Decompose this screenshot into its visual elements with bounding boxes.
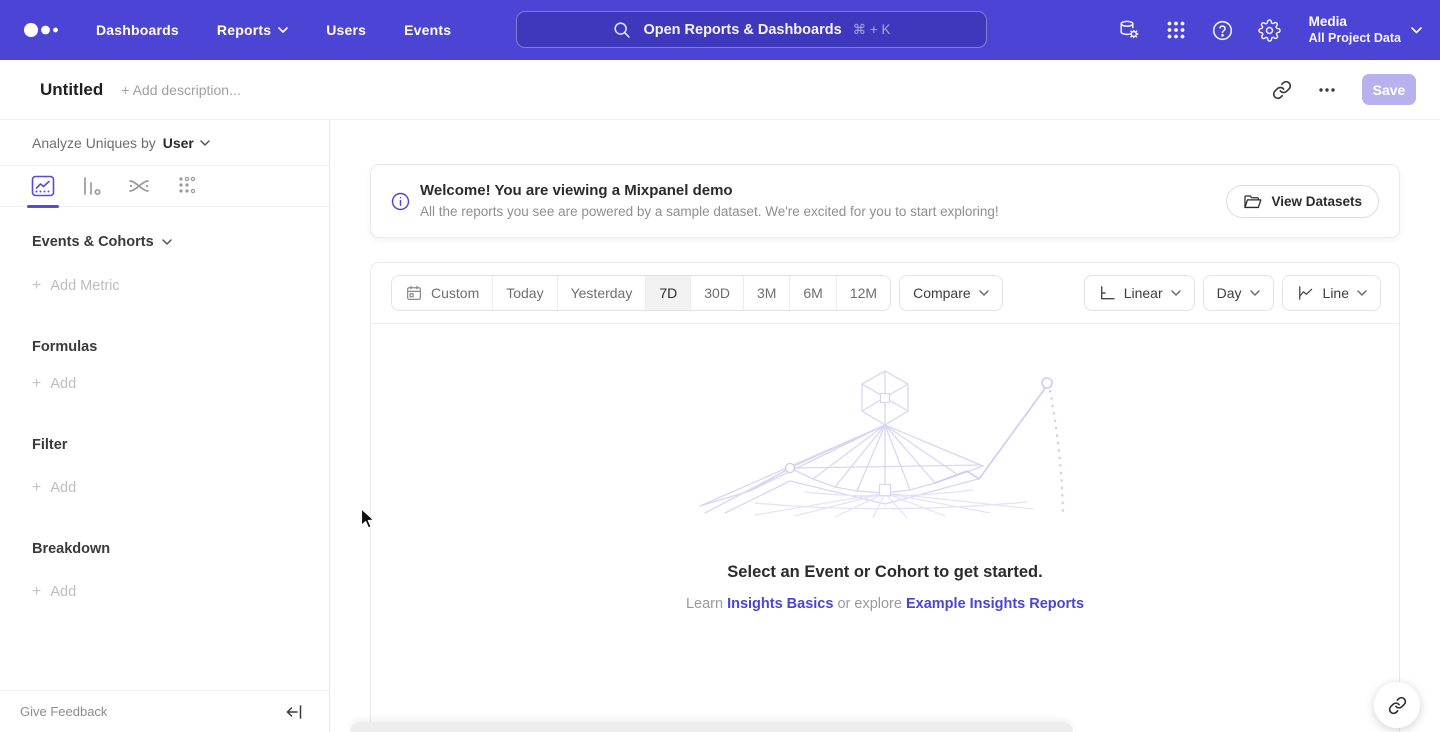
empty-state-title: Select an Event or Cohort to get started… [371, 563, 1399, 582]
nav-events[interactable]: Events [404, 22, 451, 38]
interval-dropdown[interactable]: Day [1203, 275, 1274, 311]
apps-grid-icon[interactable] [1165, 19, 1187, 41]
collapse-sidebar-icon[interactable] [286, 704, 303, 720]
linear-axis-icon [1098, 284, 1116, 302]
formulas-header: Formulas [32, 339, 329, 355]
search-icon [612, 20, 632, 40]
project-scope: All Project Data [1309, 31, 1401, 47]
view-datasets-button[interactable]: View Datasets [1226, 185, 1379, 218]
more-options-icon[interactable] [1318, 87, 1336, 93]
copy-link-icon[interactable] [1272, 80, 1292, 100]
report-card: Custom Today Yesterday 7D 30D 3M 6M 12M … [370, 262, 1400, 732]
project-name: Media [1309, 14, 1401, 31]
demo-welcome-banner: Welcome! You are viewing a Mixpanel demo… [370, 164, 1400, 238]
date-range-12m[interactable]: 12M [837, 276, 890, 310]
banner-subtitle: All the reports you see are powered by a… [420, 202, 999, 222]
report-canvas: Welcome! You are viewing a Mixpanel demo… [330, 120, 1440, 732]
add-metric-button[interactable]: +Add Metric [32, 277, 329, 295]
gear-icon[interactable] [1258, 19, 1281, 42]
nav-users[interactable]: Users [326, 22, 366, 38]
query-builder-sidebar: Analyze Uniques by User [0, 120, 330, 732]
search-shortcut: ⌘ + K [853, 22, 891, 38]
date-range-3m[interactable]: 3M [744, 276, 790, 310]
date-range-7d[interactable]: 7D [646, 276, 691, 310]
mixpanel-logo[interactable] [22, 20, 62, 40]
analyze-label: Analyze Uniques by [32, 135, 156, 151]
date-range-6m[interactable]: 6M [790, 276, 836, 310]
banner-title: Welcome! You are viewing a Mixpanel demo [420, 180, 999, 202]
chart-empty-state: Select an Event or Cohort to get started… [371, 363, 1399, 612]
scale-dropdown[interactable]: Linear [1084, 275, 1195, 311]
add-description[interactable]: + Add description... [121, 82, 240, 98]
empty-state-subtitle: Learn Insights Basics or explore Example… [371, 596, 1399, 612]
empty-state-illustration [695, 363, 1075, 518]
add-formula-button[interactable]: +Add [32, 375, 329, 393]
events-cohorts-header[interactable]: Events & Cohorts [32, 234, 329, 250]
add-filter-button[interactable]: +Add [32, 479, 329, 497]
chevron-down-icon [1411, 27, 1422, 34]
tab-line-chart[interactable] [30, 166, 56, 207]
nav-reports[interactable]: Reports [217, 22, 288, 38]
line-chart-icon [1296, 284, 1315, 302]
chart-controls-row: Custom Today Yesterday 7D 30D 3M 6M 12M … [371, 263, 1399, 324]
date-range-segmented-control: Custom Today Yesterday 7D 30D 3M 6M 12M [391, 275, 891, 311]
breakdown-header: Breakdown [32, 541, 329, 557]
share-link-fab[interactable] [1374, 682, 1420, 728]
search-placeholder: Open Reports & Dashboards [643, 22, 841, 38]
chart-type-tabs [0, 166, 329, 207]
date-range-30d[interactable]: 30D [691, 276, 744, 310]
compare-dropdown[interactable]: Compare [899, 275, 1003, 311]
nav-dashboards[interactable]: Dashboards [96, 22, 179, 38]
example-insights-reports-link[interactable]: Example Insights Reports [906, 596, 1084, 612]
date-range-yesterday[interactable]: Yesterday [558, 276, 647, 310]
tab-metric[interactable] [174, 166, 200, 207]
nav-right-cluster: Media All Project Data [1117, 0, 1422, 60]
calendar-icon [405, 284, 423, 302]
chevron-down-icon [278, 27, 288, 33]
project-selector[interactable]: Media All Project Data [1309, 14, 1422, 47]
chart-type-dropdown[interactable]: Line [1282, 275, 1381, 311]
analyze-by-dropdown[interactable]: User [163, 135, 210, 151]
tab-flow-chart[interactable] [126, 166, 152, 207]
add-breakdown-button[interactable]: +Add [32, 583, 329, 601]
report-title[interactable]: Untitled [40, 80, 103, 100]
insights-basics-link[interactable]: Insights Basics [727, 596, 833, 612]
bottom-tray[interactable] [350, 722, 1073, 732]
report-title-bar: Untitled + Add description... Save [0, 60, 1440, 120]
primary-nav: Dashboards Reports Users Events [96, 22, 451, 38]
date-range-custom[interactable]: Custom [392, 276, 493, 310]
info-icon [391, 192, 410, 211]
save-button[interactable]: Save [1362, 74, 1416, 105]
data-management-icon[interactable] [1117, 18, 1141, 42]
global-search[interactable]: Open Reports & Dashboards ⌘ + K [516, 11, 987, 48]
filter-header: Filter [32, 437, 329, 453]
top-nav: Dashboards Reports Users Events Open Rep… [0, 0, 1440, 60]
give-feedback-link[interactable]: Give Feedback [20, 704, 107, 719]
date-range-today[interactable]: Today [493, 276, 557, 310]
help-icon[interactable] [1211, 19, 1234, 42]
tab-bar-chart[interactable] [78, 166, 104, 207]
folder-icon [1243, 193, 1262, 210]
